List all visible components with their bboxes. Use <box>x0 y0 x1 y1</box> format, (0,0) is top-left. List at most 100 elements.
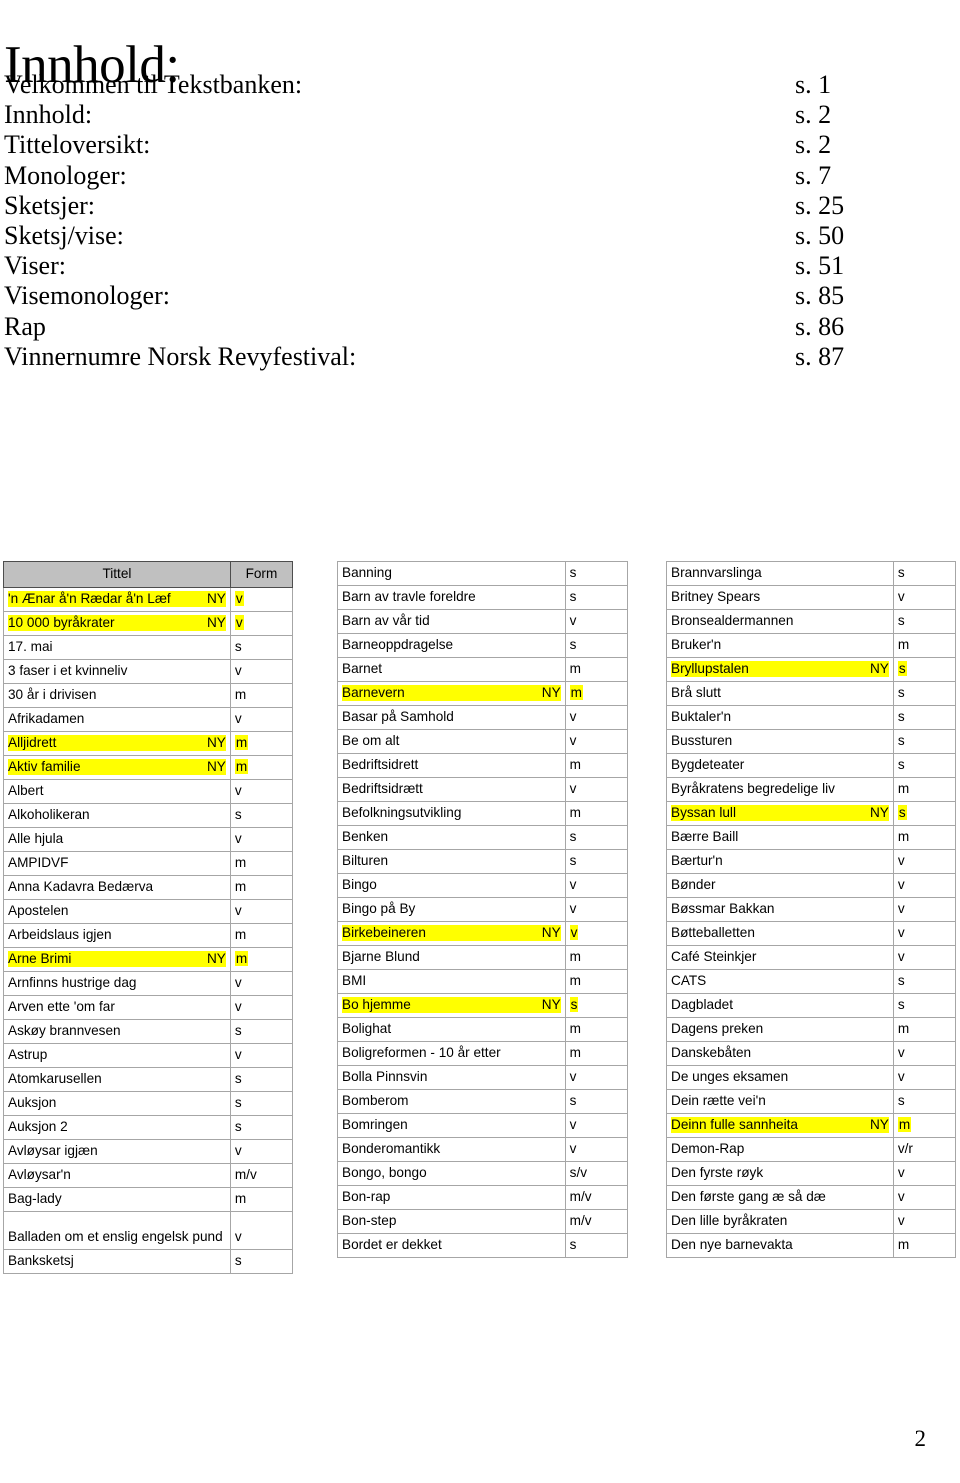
toc-entry: Visemonologer: s. 85 <box>4 281 956 311</box>
new-badge: NY <box>541 685 561 701</box>
title-text: Barn av travle foreldre <box>342 589 476 604</box>
form-value: v <box>897 925 905 940</box>
form-cell: v <box>229 611 294 636</box>
table-row: Britney Spears v <box>666 585 957 610</box>
form-cell: m <box>892 633 957 658</box>
table-row: Arven ette 'om far v <box>3 995 294 1020</box>
title-text: Dein rætte vei'n <box>671 1093 766 1108</box>
title-text: Alljidrett <box>8 735 57 751</box>
form-value: v <box>569 1069 577 1084</box>
toc-entry-page: s. 1 <box>795 70 832 99</box>
title-text: Dagbladet <box>671 997 733 1012</box>
form-cell: s <box>892 561 957 586</box>
form-value: m/v <box>234 1167 257 1182</box>
form-value: v <box>569 877 577 892</box>
form-cell: s <box>564 825 629 850</box>
form-value: s <box>897 661 907 676</box>
form-cell: v <box>229 1139 294 1164</box>
title-cell: Den nye barnevakta <box>666 1233 894 1258</box>
toc-entry-label: Visemonologer: <box>4 281 170 311</box>
form-value: v <box>234 783 242 798</box>
toc-entry-page: s. 7 <box>795 160 832 190</box>
title-text: Bygdeteater <box>671 757 745 772</box>
title-cell: Albert <box>3 779 231 804</box>
title-text: Bilturen <box>342 853 389 868</box>
form-value: s <box>897 613 905 628</box>
form-value: s <box>569 565 577 580</box>
form-cell: v <box>564 1113 629 1138</box>
title-text: Bolla Pinnsvin <box>342 1069 428 1084</box>
table-row: BMI m <box>337 969 629 994</box>
form-cell: s <box>229 1249 294 1274</box>
table-row: Bedriftsidrætt v <box>337 777 629 802</box>
title-cell: Bønder <box>666 873 894 898</box>
title-cell: Bon-step <box>337 1209 566 1234</box>
form-value: v <box>897 589 905 604</box>
table-row: Arne Brimi NY m <box>3 947 294 972</box>
table-row: Bilturen s <box>337 849 629 874</box>
titles-table-column-3: Brannvarslinga s Britney Spears v Bronsealde… <box>666 561 957 1258</box>
toc-entry-label: Velkommen til Tekstbanken: <box>4 70 303 99</box>
title-text: Den første gang æ så dæ <box>671 1189 826 1204</box>
form-cell: s <box>892 993 957 1018</box>
form-value: v <box>897 901 905 916</box>
toc-entry-page: s. 87 <box>795 341 845 371</box>
form-cell: v <box>892 1185 957 1210</box>
form-cell: v <box>564 873 629 898</box>
form-value: v <box>569 733 577 748</box>
title-text: Bøtteballetten <box>671 925 755 940</box>
table-row: Barnet m <box>337 657 629 682</box>
form-value: s <box>234 807 242 822</box>
form-value: m <box>234 855 247 870</box>
title-cell: Arven ette 'om far <box>3 995 231 1020</box>
title-cell: Befolkningsutvikling <box>337 801 566 826</box>
form-value: m <box>897 781 910 796</box>
new-badge: NY <box>869 661 889 677</box>
title-text: Arven ette 'om far <box>8 999 115 1014</box>
form-cell: m <box>564 753 629 778</box>
title-cell: Arne Brimi NY <box>3 947 231 972</box>
title-text: Brannvarslinga <box>671 565 762 580</box>
title-text: Barnet <box>342 661 383 676</box>
title-text: Arne Brimi <box>8 951 72 967</box>
form-value: m <box>897 1021 910 1036</box>
title-text: 30 år i drivisen <box>8 687 97 702</box>
form-value: v <box>234 831 242 846</box>
title-cell: CATS <box>666 969 894 994</box>
title-text: Banksketsj <box>8 1253 74 1268</box>
table-row: Alkoholikeran s <box>3 803 294 828</box>
title-cell: Brannvarslinga <box>666 561 894 586</box>
title-cell: 'n Ænar å'n Rædar å'n Læf NY <box>3 587 231 612</box>
form-cell: v <box>892 1065 957 1090</box>
title-cell: Bomberom <box>337 1089 566 1114</box>
title-cell: Arnfinns hustrige dag <box>3 971 231 996</box>
titles-table: Banning s Barn av travle foreldre s Barn av … <box>337 561 629 1258</box>
title-cell: Atomkarusellen <box>3 1067 231 1092</box>
title-text: Bedriftsidrætt <box>342 781 423 796</box>
title-cell: Bøtteballetten <box>666 921 894 946</box>
title-text: Bo hjemme <box>342 997 411 1013</box>
table-row: Barn av travle foreldre s <box>337 585 629 610</box>
table-row: Apostelen v <box>3 899 294 924</box>
new-badge: NY <box>206 615 226 631</box>
form-value: s <box>897 997 905 1012</box>
form-value: s <box>569 829 577 844</box>
title-text: Anna Kadavra Bedærva <box>8 879 154 894</box>
title-cell: Anna Kadavra Bedærva <box>3 875 231 900</box>
new-badge: NY <box>869 1117 889 1133</box>
new-badge: NY <box>541 997 561 1013</box>
form-value: m <box>234 879 247 894</box>
table-row: Bag-lady m <box>3 1187 294 1212</box>
form-cell: v <box>564 729 629 754</box>
toc-entry-page: s. 2 <box>795 100 832 130</box>
table-row: Askøy brannvesen s <box>3 1019 294 1044</box>
form-cell: v <box>892 849 957 874</box>
table-row: Bon-step m/v <box>337 1209 629 1234</box>
title-text: Banning <box>342 565 392 580</box>
table-row: Bøtteballetten v <box>666 921 957 946</box>
form-value: v <box>569 925 579 940</box>
table-row: Benken s <box>337 825 629 850</box>
form-cell: v <box>229 659 294 684</box>
title-text: Britney Spears <box>671 589 761 604</box>
table-row: Den nye barnevakta m <box>666 1233 957 1258</box>
